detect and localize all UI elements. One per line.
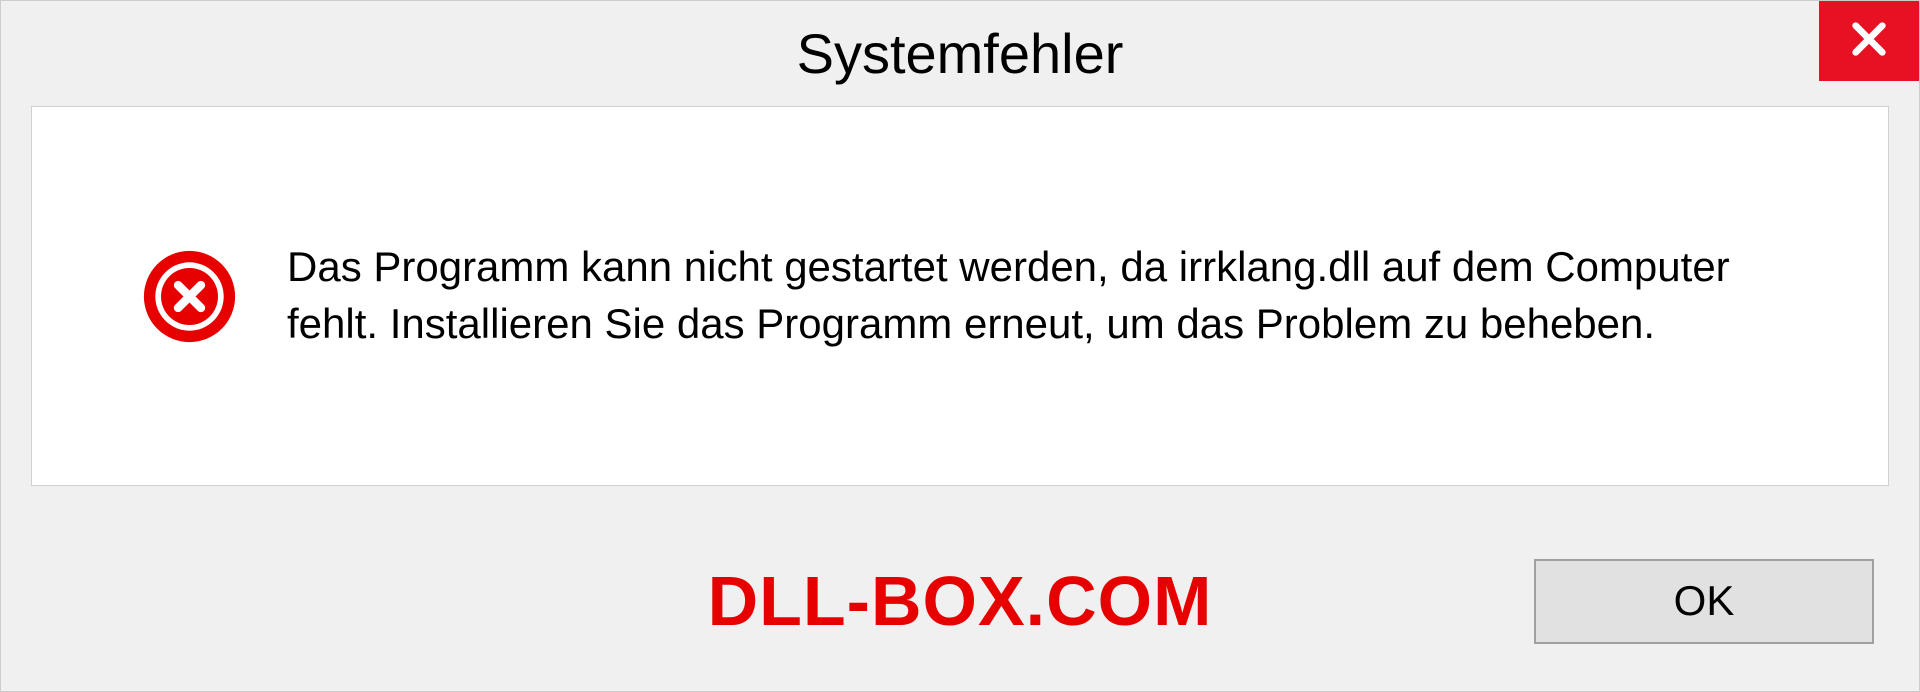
close-icon: [1849, 19, 1889, 64]
error-message: Das Programm kann nicht gestartet werden…: [287, 239, 1808, 352]
dialog-title: Systemfehler: [797, 21, 1124, 86]
message-panel: Das Programm kann nicht gestartet werden…: [31, 106, 1889, 486]
watermark-text: DLL-BOX.COM: [708, 561, 1213, 641]
error-icon: [142, 249, 237, 344]
title-bar: Systemfehler: [1, 1, 1919, 106]
dialog-footer: DLL-BOX.COM OK: [1, 511, 1919, 691]
ok-button[interactable]: OK: [1534, 559, 1874, 644]
close-button[interactable]: [1819, 1, 1919, 81]
